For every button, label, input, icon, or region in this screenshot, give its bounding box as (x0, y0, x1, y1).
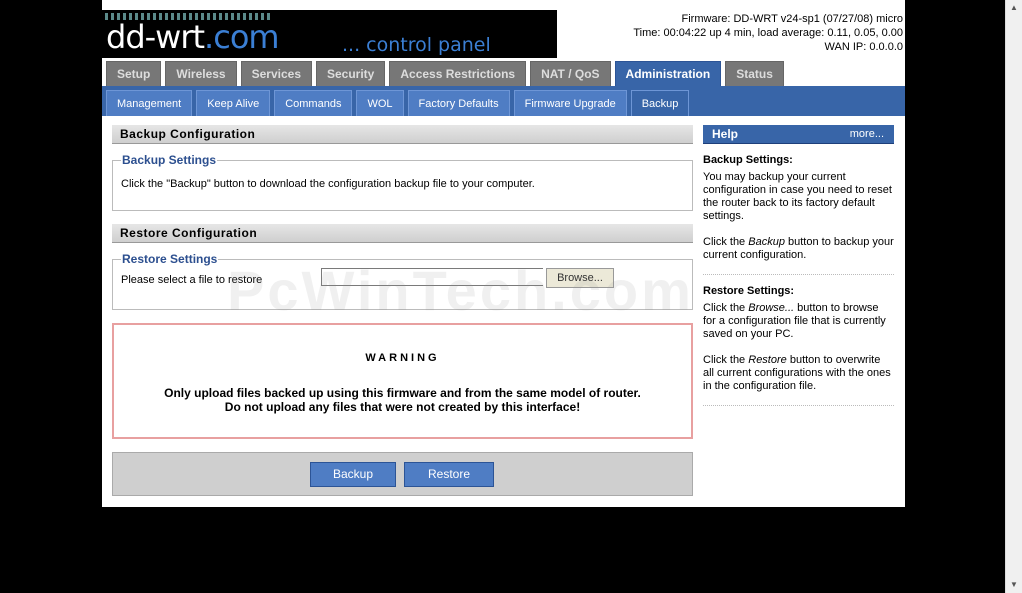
router-info: Firmware: DD-WRT v24-sp1 (07/27/08) micr… (575, 12, 905, 54)
backup-settings-legend: Backup Settings (122, 153, 217, 167)
browse-button[interactable]: Browse... (546, 268, 614, 288)
warning-line-1: Only upload files backed up using this f… (164, 386, 641, 400)
tab-access-restrictions[interactable]: Access Restrictions (389, 61, 527, 86)
scroll-down-arrow-icon[interactable]: ▼ (1006, 577, 1022, 593)
help-backup-p1: You may backup your current configuratio… (703, 171, 892, 222)
vertical-scrollbar[interactable]: ▲ ▼ (1005, 0, 1022, 593)
sub-tabs: Management Keep Alive Commands WOL Facto… (106, 90, 693, 116)
ddwrt-logo: dd-wrt.com ... control panel (102, 10, 557, 58)
action-button-bar: Backup Restore (112, 452, 693, 496)
backup-settings-box: Backup Settings Click the "Backup" butto… (112, 153, 693, 211)
subtab-factory-defaults[interactable]: Factory Defaults (407, 90, 510, 116)
warning-message: Only upload files backed up using this f… (114, 386, 691, 414)
logo-wordmark: dd-wrt.com (106, 18, 280, 56)
logo-brand-suffix: .com (204, 18, 280, 56)
help-restore-section: Restore Settings: Click the Browse... bu… (703, 285, 894, 406)
restore-button[interactable]: Restore (404, 462, 494, 487)
help-backup-heading: Backup Settings: (703, 154, 793, 166)
subtab-backup[interactable]: Backup (630, 90, 690, 116)
tab-administration[interactable]: Administration (614, 61, 722, 87)
backup-instructions: Click the "Backup" button to download th… (121, 178, 535, 190)
logo-tagline: ... control panel (342, 34, 491, 56)
restore-settings-box: Restore Settings Please select a file to… (112, 252, 693, 310)
restore-file-row: Please select a file to restore Browse..… (121, 266, 684, 296)
help-header: Help more... (703, 125, 894, 144)
help-backup-section: Backup Settings: You may backup your cur… (703, 154, 894, 275)
warning-line-2: Do not upload any files that were not cr… (224, 400, 581, 414)
subtab-keep-alive[interactable]: Keep Alive (196, 90, 271, 116)
help-panel: Help more... Backup Settings: You may ba… (703, 125, 894, 406)
help-restore-p2: Click the Restore button to overwrite al… (703, 354, 891, 392)
subtab-firmware-upgrade[interactable]: Firmware Upgrade (513, 90, 627, 116)
tab-setup[interactable]: Setup (106, 61, 162, 86)
subtab-wol[interactable]: WOL (356, 90, 404, 116)
logo-brand: dd-wrt (106, 18, 205, 56)
scroll-up-arrow-icon[interactable]: ▲ (1006, 0, 1022, 16)
help-restore-heading: Restore Settings: (703, 285, 795, 297)
sub-tabs-bar: Management Keep Alive Commands WOL Facto… (102, 86, 905, 116)
help-backup-p2: Click the Backup button to backup your c… (703, 236, 894, 261)
backup-button[interactable]: Backup (310, 462, 396, 487)
tab-nat-qos[interactable]: NAT / QoS (530, 61, 611, 86)
uptime-text: Time: 00:04:22 up 4 min, load average: 0… (633, 27, 903, 39)
restore-file-label: Please select a file to restore (121, 274, 263, 286)
tab-status[interactable]: Status (725, 61, 784, 86)
header: dd-wrt.com ... control panel Firmware: D… (102, 0, 905, 87)
firmware-text: Firmware: DD-WRT v24-sp1 (07/27/08) micr… (681, 13, 903, 25)
restore-config-title: Restore Configuration (112, 224, 693, 243)
wan-ip-text: WAN IP: 0.0.0.0 (824, 41, 903, 53)
tab-wireless[interactable]: Wireless (165, 61, 237, 86)
help-more-link[interactable]: more... (850, 125, 884, 144)
help-title: Help (712, 127, 739, 141)
subtab-management[interactable]: Management (106, 90, 193, 116)
backup-config-title: Backup Configuration (112, 125, 693, 144)
restore-settings-legend: Restore Settings (122, 252, 218, 266)
restore-file-input[interactable] (321, 268, 543, 286)
warning-title: WARNING (365, 352, 440, 364)
help-restore-p1: Click the Browse... button to browse for… (703, 302, 886, 340)
warning-box: WARNING Only upload files backed up usin… (112, 323, 693, 439)
tab-services[interactable]: Services (240, 61, 312, 86)
subtab-commands[interactable]: Commands (274, 90, 353, 116)
router-page: dd-wrt.com ... control panel Firmware: D… (102, 0, 905, 507)
tab-security[interactable]: Security (316, 61, 386, 86)
main-tabs: Setup Wireless Services Security Access … (102, 61, 784, 87)
